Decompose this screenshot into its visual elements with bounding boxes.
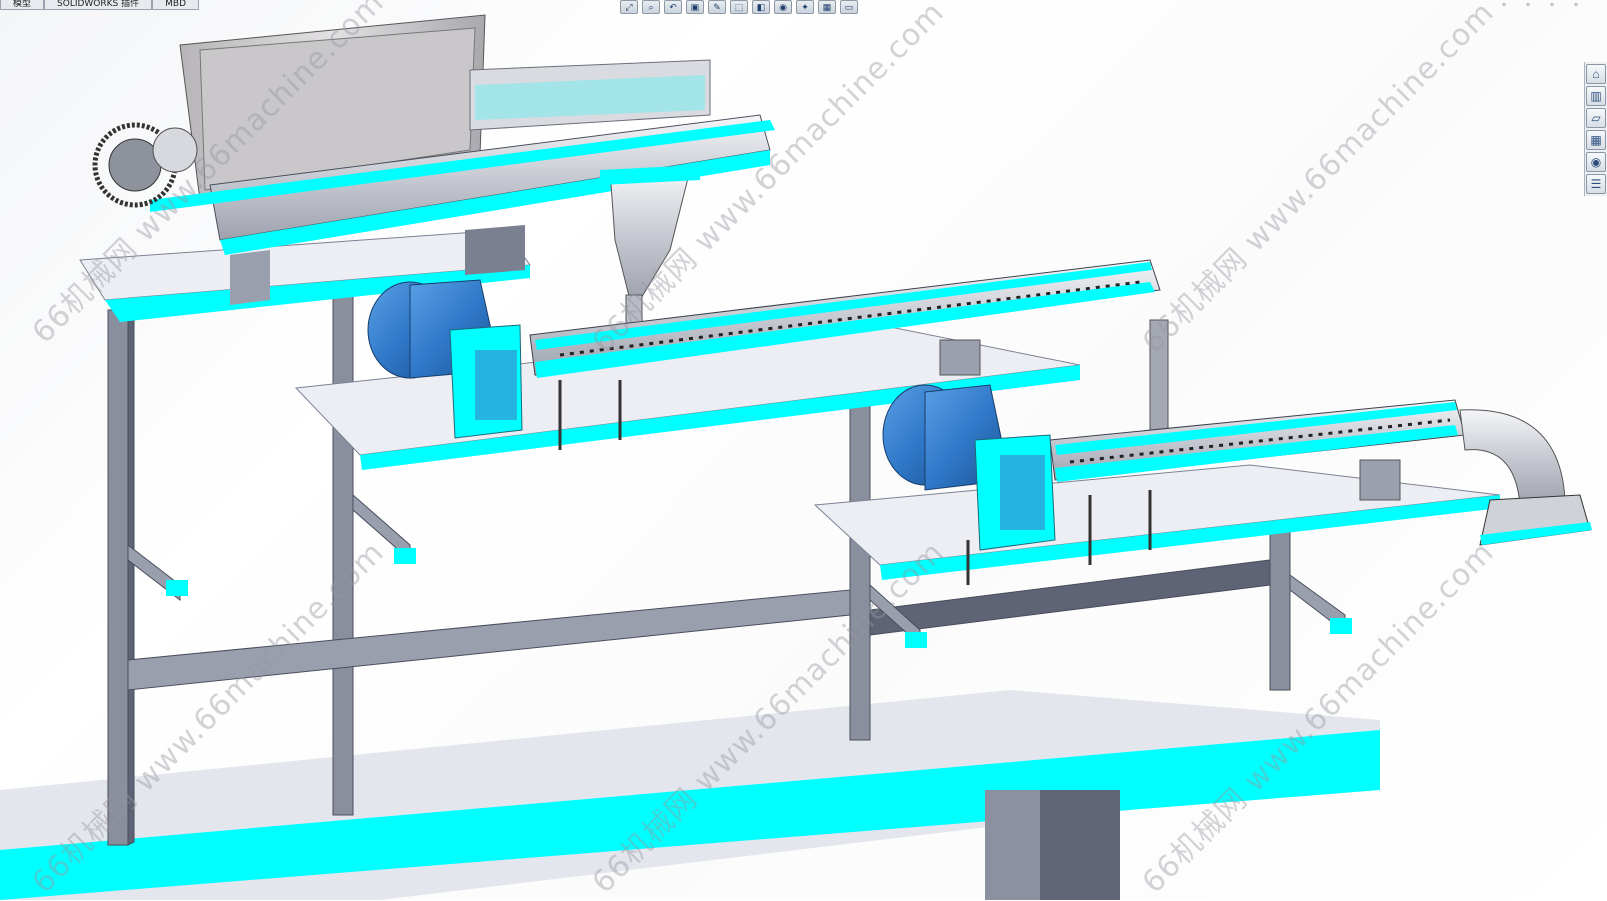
minimize-icon[interactable]: ▫ — [1497, 0, 1511, 10]
tab-solidworks-addins[interactable]: SOLIDWORKS 插件 — [44, 0, 153, 10]
file-explorer-icon[interactable]: ▱ — [1586, 108, 1606, 128]
tab-mbd[interactable]: MBD — [152, 0, 199, 10]
3d-model-graphics[interactable] — [0, 0, 1607, 900]
home-icon[interactable]: ⌂ — [1586, 64, 1606, 84]
model-viewport[interactable]: 66机械网 www.66machine.com 66机械网 www.66mach… — [0, 0, 1607, 900]
section-view-icon[interactable]: ▣ — [686, 0, 704, 14]
platforms — [79, 229, 1501, 580]
command-manager-tabs: 模型 SOLIDWORKS 插件 MBD — [0, 0, 199, 10]
restore-icon[interactable]: ▫ — [1521, 0, 1535, 10]
zoom-to-fit-icon[interactable]: ⤢ — [620, 0, 638, 14]
display-style-icon[interactable]: ◧ — [752, 0, 770, 14]
zoom-area-icon[interactable]: ⌕ — [642, 0, 660, 14]
3d-parts-library-icon[interactable]: ▥ — [1586, 86, 1606, 106]
view-palette-icon[interactable]: ▦ — [1586, 130, 1606, 150]
apply-scene-icon[interactable]: ▦ — [818, 0, 836, 14]
view-settings-icon[interactable]: ▭ — [840, 0, 858, 14]
window-controls: ▫ ▫ ▫ ▫ — [1497, 0, 1583, 10]
view-orientation-icon[interactable]: ⬚ — [730, 0, 748, 14]
hide-show-icon[interactable]: ◉ — [774, 0, 792, 14]
task-pane-tabs: ⌂ ▥ ▱ ▦ ◉ ☰ — [1584, 62, 1607, 196]
edit-appearance-icon[interactable]: ✦ — [796, 0, 814, 14]
close-icon[interactable]: ▫ — [1545, 0, 1559, 10]
tab-model[interactable]: 模型 — [0, 0, 45, 10]
custom-properties-icon[interactable]: ☰ — [1586, 174, 1606, 194]
dynamic-annotation-icon[interactable]: ✎ — [708, 0, 726, 14]
previous-view-icon[interactable]: ↶ — [664, 0, 682, 14]
maximize-icon[interactable]: ▫ — [1569, 0, 1583, 10]
base-table — [0, 690, 1380, 900]
heads-up-view-toolbar: ⤢ ⌕ ↶ ▣ ✎ ⬚ ◧ ◉ ✦ ▦ ▭ — [620, 0, 858, 14]
appearances-icon[interactable]: ◉ — [1586, 152, 1606, 172]
